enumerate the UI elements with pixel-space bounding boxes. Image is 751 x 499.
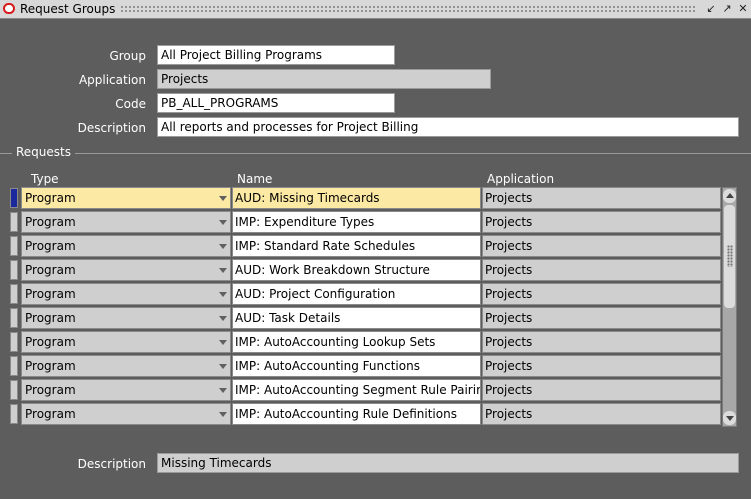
titlebar-pattern bbox=[120, 5, 697, 13]
type-combobox[interactable]: Program bbox=[21, 307, 231, 329]
type-value: Program bbox=[25, 383, 76, 397]
footer-description-label: Description bbox=[77, 457, 146, 471]
type-combobox[interactable]: Program bbox=[21, 259, 231, 281]
name-field[interactable]: AUD: Project Configuration bbox=[232, 283, 481, 305]
record-indicator[interactable] bbox=[10, 284, 18, 304]
table-row[interactable]: Program AUD: Project Configuration Proje… bbox=[10, 283, 726, 305]
dropdown-arrow-icon[interactable] bbox=[219, 196, 227, 201]
type-combobox[interactable]: Program bbox=[21, 379, 231, 401]
code-field[interactable]: PB_ALL_PROGRAMS bbox=[157, 93, 395, 113]
name-field[interactable]: IMP: AutoAccounting Functions bbox=[232, 355, 481, 377]
application-cell[interactable]: Projects bbox=[482, 355, 721, 377]
dropdown-arrow-icon[interactable] bbox=[219, 388, 227, 393]
type-value: Program bbox=[25, 287, 76, 301]
close-icon[interactable]: ✕ bbox=[737, 2, 749, 15]
name-field[interactable]: IMP: Standard Rate Schedules bbox=[232, 235, 481, 257]
group-label: Group bbox=[109, 49, 146, 63]
application-label: Application bbox=[78, 73, 146, 87]
record-indicator[interactable] bbox=[10, 332, 18, 352]
application-cell[interactable]: Projects bbox=[482, 379, 721, 401]
record-indicator[interactable] bbox=[10, 380, 18, 400]
type-value: Program bbox=[25, 191, 76, 205]
table-row[interactable]: Program AUD: Work Breakdown Structure Pr… bbox=[10, 259, 726, 281]
type-combobox[interactable]: Program bbox=[21, 211, 231, 233]
requests-group-title: Requests bbox=[12, 145, 75, 159]
application-cell[interactable]: Projects bbox=[482, 283, 721, 305]
record-indicator[interactable] bbox=[10, 260, 18, 280]
application-cell[interactable]: Projects bbox=[482, 331, 721, 353]
type-combobox[interactable]: Program bbox=[21, 235, 231, 257]
dropdown-arrow-icon[interactable] bbox=[219, 364, 227, 369]
scroll-up-arrow-icon[interactable] bbox=[723, 189, 736, 203]
application-cell[interactable]: Projects bbox=[482, 259, 721, 281]
name-field[interactable]: AUD: Task Details bbox=[232, 307, 481, 329]
footer-description-field[interactable]: Missing Timecards bbox=[157, 453, 739, 473]
type-value: Program bbox=[25, 311, 76, 325]
dropdown-arrow-icon[interactable] bbox=[219, 412, 227, 417]
name-field[interactable]: AUD: Missing Timecards bbox=[232, 187, 481, 209]
dropdown-arrow-icon[interactable] bbox=[219, 292, 227, 297]
table-row[interactable]: Program IMP: AutoAccounting Segment Rule… bbox=[10, 379, 726, 401]
table-row[interactable]: Program IMP: AutoAccounting Rule Definit… bbox=[10, 403, 726, 425]
application-cell[interactable]: Projects bbox=[482, 187, 721, 209]
record-indicator[interactable] bbox=[10, 188, 18, 208]
type-value: Program bbox=[25, 335, 76, 349]
dropdown-arrow-icon[interactable] bbox=[219, 316, 227, 321]
description-field[interactable]: All reports and processes for Project Bi… bbox=[157, 117, 739, 137]
record-indicator[interactable] bbox=[10, 212, 18, 232]
table-row[interactable]: Program IMP: Expenditure Types Projects bbox=[10, 211, 726, 233]
table-row[interactable]: Program IMP: AutoAccounting Lookup Sets … bbox=[10, 331, 726, 353]
record-indicator[interactable] bbox=[10, 404, 18, 424]
requests-group-divider bbox=[0, 153, 751, 154]
type-value: Program bbox=[25, 263, 76, 277]
table-row[interactable]: Program IMP: AutoAccounting Functions Pr… bbox=[10, 355, 726, 377]
type-combobox[interactable]: Program bbox=[21, 331, 231, 353]
dropdown-arrow-icon[interactable] bbox=[219, 220, 227, 225]
minimize-icon[interactable]: ↙ bbox=[705, 2, 717, 15]
dropdown-arrow-icon[interactable] bbox=[219, 340, 227, 345]
type-value: Program bbox=[25, 215, 76, 229]
window-titlebar[interactable]: Request Groups ↙ ↗ ✕ bbox=[0, 0, 751, 19]
scrollbar-thumb[interactable] bbox=[724, 205, 735, 308]
column-header-application: Application bbox=[487, 172, 555, 186]
table-row[interactable]: Program IMP: Standard Rate Schedules Pro… bbox=[10, 235, 726, 257]
group-field[interactable]: All Project Billing Programs bbox=[157, 45, 395, 65]
type-value: Program bbox=[25, 407, 76, 421]
table-row[interactable]: Program AUD: Missing Timecards Projects bbox=[10, 187, 726, 209]
code-label: Code bbox=[115, 97, 146, 111]
type-combobox[interactable]: Program bbox=[21, 187, 231, 209]
application-cell[interactable]: Projects bbox=[482, 307, 721, 329]
window-title: Request Groups bbox=[20, 2, 116, 16]
name-field[interactable]: IMP: AutoAccounting Rule Definitions bbox=[232, 403, 481, 425]
dropdown-arrow-icon[interactable] bbox=[219, 268, 227, 273]
name-field[interactable]: IMP: Expenditure Types bbox=[232, 211, 481, 233]
name-field[interactable]: AUD: Work Breakdown Structure bbox=[232, 259, 481, 281]
table-row[interactable]: Program AUD: Task Details Projects bbox=[10, 307, 726, 329]
oracle-logo-icon bbox=[3, 3, 15, 14]
type-combobox[interactable]: Program bbox=[21, 283, 231, 305]
column-header-name: Name bbox=[237, 172, 273, 186]
application-cell[interactable]: Projects bbox=[482, 211, 721, 233]
requests-scrollbar[interactable] bbox=[722, 187, 737, 427]
record-indicator[interactable] bbox=[10, 236, 18, 256]
column-header-type: Type bbox=[31, 172, 59, 186]
application-field[interactable]: Projects bbox=[157, 69, 491, 89]
type-combobox[interactable]: Program bbox=[21, 403, 231, 425]
name-field[interactable]: IMP: AutoAccounting Segment Rule Pairin bbox=[232, 379, 481, 401]
dropdown-arrow-icon[interactable] bbox=[219, 244, 227, 249]
application-cell[interactable]: Projects bbox=[482, 403, 721, 425]
name-field[interactable]: IMP: AutoAccounting Lookup Sets bbox=[232, 331, 481, 353]
record-indicator[interactable] bbox=[10, 356, 18, 376]
type-value: Program bbox=[25, 239, 76, 253]
scroll-down-arrow-icon[interactable] bbox=[723, 411, 736, 425]
type-value: Program bbox=[25, 359, 76, 373]
type-combobox[interactable]: Program bbox=[21, 355, 231, 377]
application-cell[interactable]: Projects bbox=[482, 235, 721, 257]
description-label: Description bbox=[77, 121, 146, 135]
grip-icon bbox=[727, 245, 733, 267]
maximize-icon[interactable]: ↗ bbox=[721, 2, 733, 15]
record-indicator[interactable] bbox=[10, 308, 18, 328]
